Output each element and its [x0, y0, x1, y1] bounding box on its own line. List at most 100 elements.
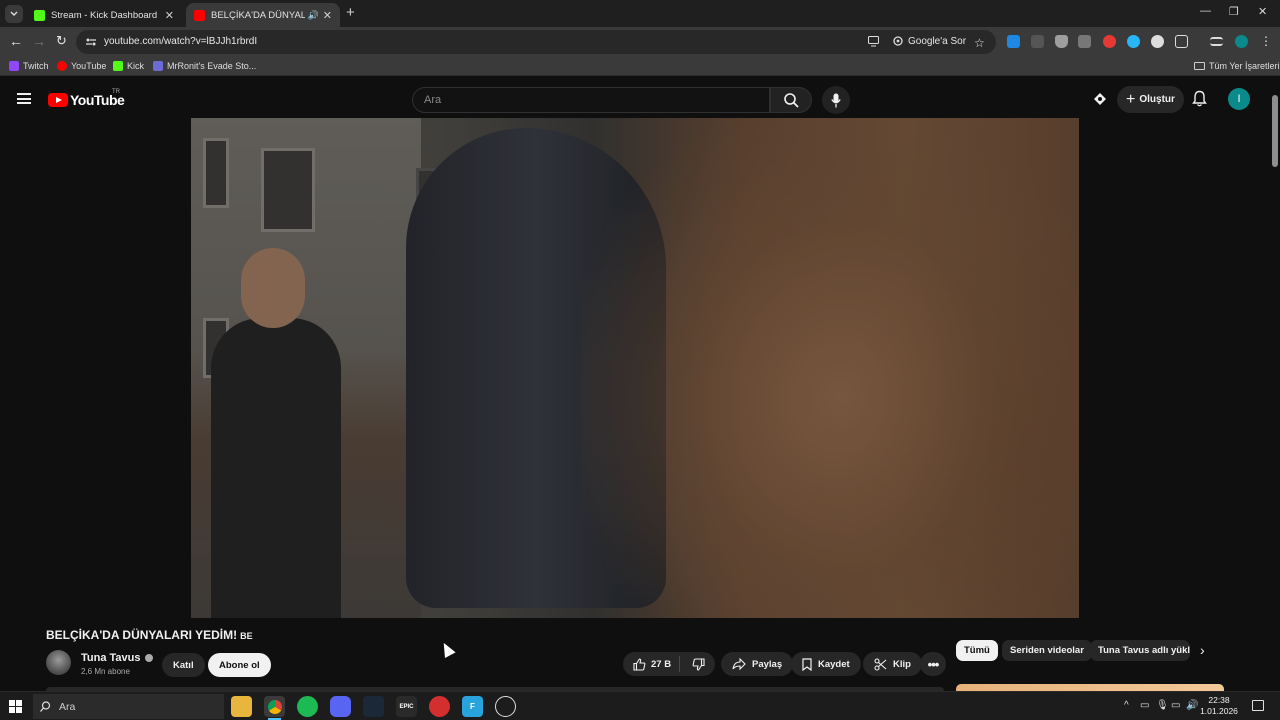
page-scrollbar[interactable]	[1270, 81, 1280, 691]
dislike-button[interactable]	[692, 657, 705, 671]
bookmark-youtube[interactable]: YouTube	[57, 61, 106, 71]
reading-list-icon[interactable]	[1210, 37, 1223, 46]
youtube-masthead: YouTube TR + Oluştur I	[0, 81, 1270, 118]
twitch-icon	[9, 61, 19, 71]
join-button[interactable]: Katıl	[162, 653, 205, 677]
voice-search-button[interactable]	[822, 86, 850, 114]
extensions-puzzle-icon[interactable]	[1175, 35, 1188, 48]
extension-ffz-icon[interactable]	[1127, 35, 1140, 48]
extension-bttv-icon[interactable]	[1031, 35, 1044, 48]
chip-label: Seriden videolar	[1010, 645, 1084, 656]
cast-icon[interactable]	[1093, 92, 1107, 111]
guide-menu-icon[interactable]	[17, 93, 31, 104]
video-player[interactable]	[191, 118, 1079, 618]
related-video-thumbnail[interactable]	[956, 684, 1224, 691]
spotify-icon[interactable]	[297, 696, 318, 717]
recorder-icon[interactable]	[495, 696, 516, 717]
channel-name-text[interactable]: Tuna Tavus	[81, 652, 141, 664]
steam-icon[interactable]	[363, 696, 384, 717]
search-box[interactable]	[412, 87, 770, 113]
close-tab-icon[interactable]: ✕	[323, 9, 332, 22]
search-button[interactable]	[770, 87, 812, 113]
kick-icon	[113, 61, 123, 71]
video-title-text: BELÇİKA'DA DÜNYALARI YEDİM!	[46, 628, 238, 642]
minimize-icon[interactable]: —	[1200, 5, 1211, 17]
notifications-bell-icon[interactable]	[1192, 90, 1207, 112]
address-bar[interactable]: youtube.com/watch?v=lBJJh1rbrdI Google'a…	[76, 30, 996, 54]
more-actions-button[interactable]: •••	[920, 652, 946, 676]
bookmark-label: Kick	[127, 61, 145, 71]
chip-all[interactable]: Tümü	[956, 640, 998, 661]
taskbar-search[interactable]: Ara	[33, 694, 224, 719]
extension-script-icon[interactable]	[1078, 35, 1091, 48]
forward-icon[interactable]: →	[32, 33, 46, 49]
video-title-tag: BE	[240, 631, 253, 641]
youtube-logo[interactable]: YouTube TR	[48, 89, 125, 108]
save-label: Kaydet	[818, 658, 850, 670]
subscribe-button[interactable]: Abone ol	[208, 653, 271, 677]
bookmark-icon	[802, 657, 812, 671]
extension-badge-icon[interactable]	[1103, 35, 1116, 48]
channel-name[interactable]: Tuna Tavus	[81, 652, 153, 664]
chip-uploader[interactable]: Tuna Tavus adlı yükleyiciden	[1090, 640, 1190, 661]
notifications-icon[interactable]	[1252, 700, 1264, 711]
profile-icon[interactable]	[1235, 35, 1248, 48]
google-ask-button[interactable]: Google'a Sor	[893, 36, 966, 47]
tray-microphone-icon[interactable]: 🎙	[1156, 700, 1169, 711]
tray-network-icon[interactable]: ▭	[1171, 700, 1180, 711]
clip-label: Klip	[893, 658, 911, 670]
close-window-icon[interactable]: ✕	[1258, 5, 1267, 18]
share-button[interactable]: Paylaş	[721, 652, 794, 676]
speaker-icon[interactable]: 🔊	[308, 10, 319, 21]
create-button[interactable]: + Oluştur	[1117, 86, 1184, 113]
kick-favicon-icon	[34, 9, 45, 21]
browser-menu-icon[interactable]: ⋮	[1260, 33, 1272, 49]
epic-games-icon[interactable]: EPIC	[396, 696, 417, 717]
tray-volume-icon[interactable]: 🔊	[1186, 700, 1198, 711]
tab-search-button[interactable]	[5, 5, 23, 23]
browser-toolbar: ← → ↻ youtube.com/watch?v=lBJJh1rbrdI Go…	[0, 27, 1280, 57]
chevron-right-icon[interactable]: ›	[1200, 642, 1205, 658]
site-info-icon[interactable]	[85, 36, 97, 48]
scrollbar-thumb[interactable]	[1272, 95, 1278, 167]
all-bookmarks-button[interactable]: Tüm Yer İşaretleri	[1194, 61, 1280, 71]
close-tab-icon[interactable]: ✕	[165, 9, 174, 22]
chip-series[interactable]: Seriden videolar	[1002, 640, 1092, 661]
channel-avatar[interactable]	[46, 650, 71, 675]
restore-icon[interactable]: ❐	[1229, 5, 1239, 18]
extension-shield-icon[interactable]	[1055, 35, 1068, 48]
clip-button[interactable]: Klip	[863, 652, 922, 676]
windows-start-icon[interactable]	[9, 700, 22, 713]
url-text[interactable]: youtube.com/watch?v=lBJJh1rbrdI	[104, 36, 257, 47]
like-button[interactable]: 27 B	[633, 657, 671, 671]
new-tab-button[interactable]: +	[346, 5, 355, 21]
install-app-icon[interactable]	[868, 36, 880, 47]
thumbs-up-icon	[633, 657, 646, 671]
extension-openai-icon[interactable]	[1151, 35, 1164, 48]
extension-7tv-icon[interactable]	[1007, 35, 1020, 48]
faceit-icon[interactable]: F	[462, 696, 483, 717]
share-label: Paylaş	[752, 658, 783, 670]
browser-tab-youtube[interactable]: BELÇİKA'DA DÜNYALARI YE 🔊 ✕	[186, 3, 340, 27]
reload-icon[interactable]: ↻	[56, 33, 67, 49]
account-avatar[interactable]: I	[1228, 88, 1250, 110]
bookmark-kick[interactable]: Kick	[113, 61, 144, 71]
like-divider	[679, 656, 681, 672]
discord-icon[interactable]	[330, 696, 351, 717]
back-icon[interactable]: ←	[9, 33, 23, 49]
chevron-down-icon	[10, 11, 18, 16]
bookmark-label: Twitch	[23, 61, 49, 71]
tray-overflow-icon[interactable]: ^	[1124, 700, 1129, 711]
chrome-icon[interactable]	[264, 696, 285, 720]
bookmark-evade[interactable]: MrRonit's Evade Sto...	[153, 61, 256, 71]
browser-tab-kick[interactable]: Stream - Kick Dashboard ✕	[26, 3, 182, 27]
save-button[interactable]: Kaydet	[791, 652, 861, 676]
file-explorer-icon[interactable]	[231, 696, 252, 717]
microphone-icon	[831, 93, 841, 107]
bookmark-twitch[interactable]: Twitch	[9, 61, 49, 71]
taskbar-clock[interactable]: 22:38 1.01.2026	[1198, 695, 1240, 717]
search-input[interactable]	[413, 88, 743, 112]
bookmark-star-icon[interactable]: ☆	[974, 36, 985, 50]
game-launcher-icon[interactable]	[429, 696, 450, 717]
tray-device-icon[interactable]: ▭	[1140, 700, 1149, 711]
